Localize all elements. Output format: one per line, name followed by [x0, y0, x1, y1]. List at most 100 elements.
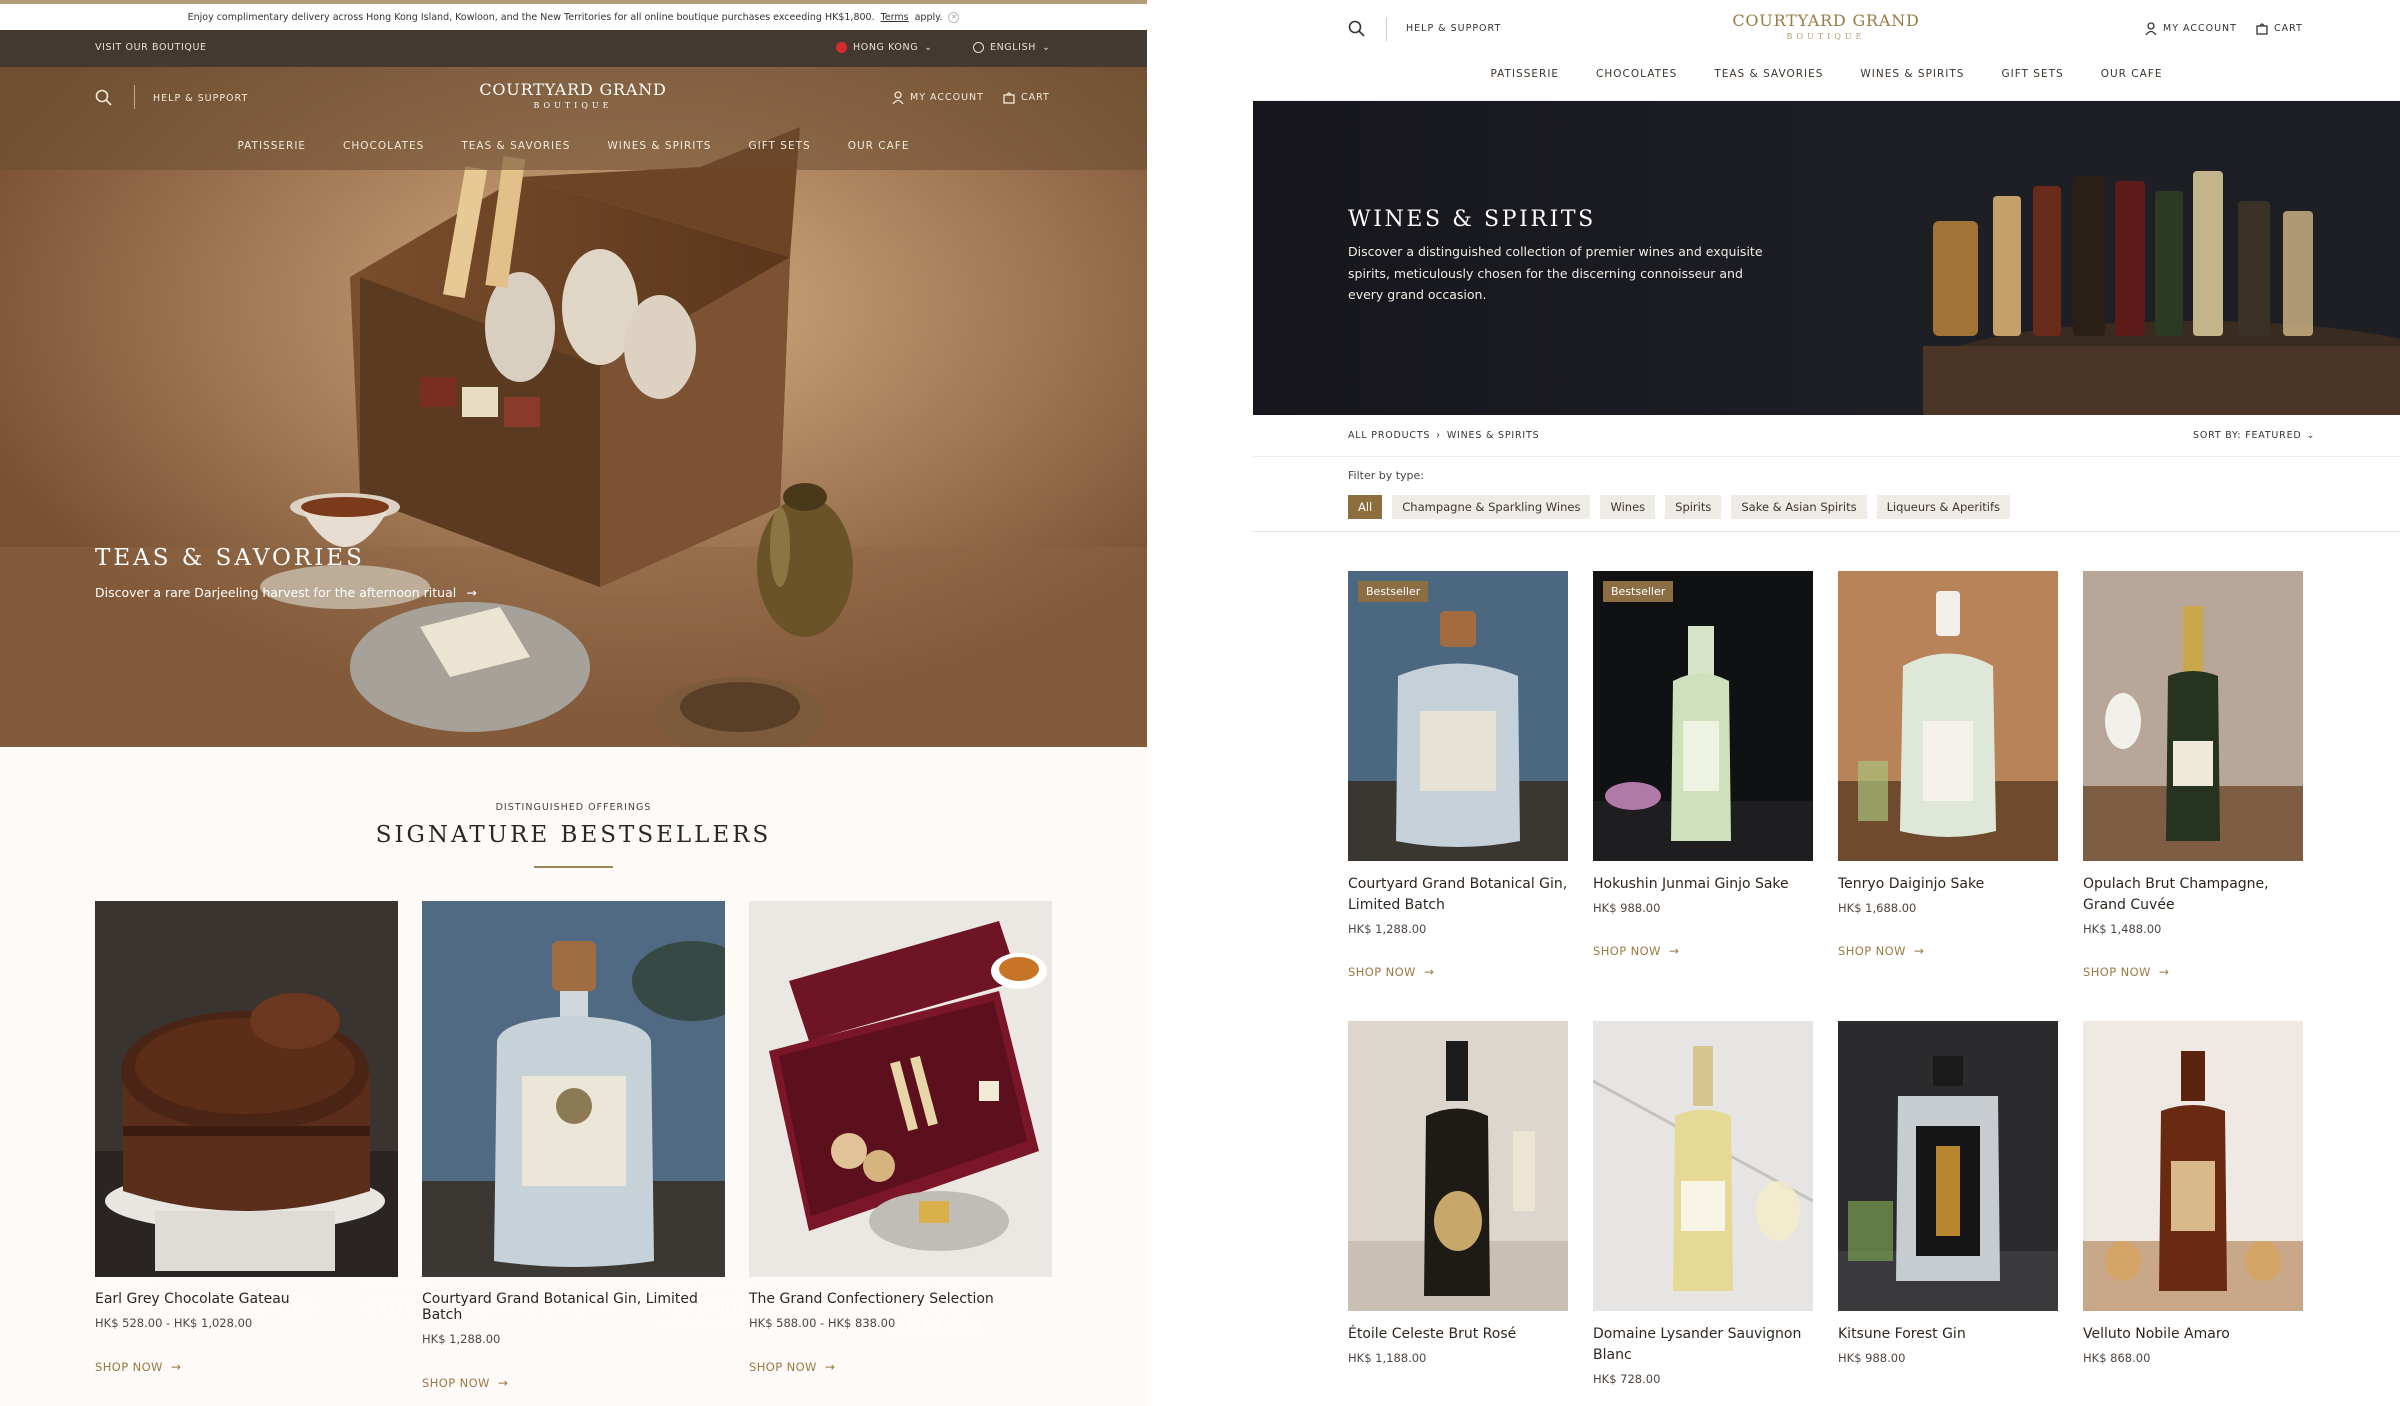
- product-name[interactable]: Courtyard Grand Botanical Gin, Limited B…: [422, 1291, 725, 1323]
- terms-link[interactable]: Terms: [881, 12, 909, 23]
- search-icon[interactable]: [95, 89, 112, 106]
- product-name[interactable]: Domaine Lysander Sauvignon Blanc: [1593, 1324, 1813, 1366]
- my-account-link[interactable]: MY ACCOUNT: [2145, 22, 2237, 35]
- nav-patisserie[interactable]: PATISSERIE: [238, 140, 307, 152]
- product-price: HK$ 528.00 - HK$ 1,028.00: [95, 1316, 253, 1330]
- section-eyebrow: DISTINGUISHED OFFERINGS: [495, 802, 652, 813]
- nav-gift-sets[interactable]: GIFT SETS: [2001, 68, 2063, 80]
- bestseller-badge: Bestseller: [1358, 581, 1429, 602]
- product-name[interactable]: Earl Grey Chocolate Gateau: [95, 1291, 398, 1307]
- product-card[interactable]: Étoile Celeste Brut Rosé HK$ 1,188.00: [1348, 1021, 1568, 1365]
- language-selector[interactable]: ENGLISH ⌄: [973, 42, 1051, 53]
- filter-chip-spirits[interactable]: Spirits: [1665, 495, 1722, 519]
- brand-logo[interactable]: COURTYARD GRAND BOUTIQUE: [473, 80, 673, 110]
- shop-now-link[interactable]: SHOP NOW →: [2083, 965, 2303, 979]
- brand-name: COURTYARD GRAND: [479, 80, 667, 99]
- brand-sub: BOUTIQUE: [1786, 32, 1866, 41]
- nav-teas-savories[interactable]: TEAS & SAVORIES: [1714, 68, 1823, 80]
- site-header: HELP & SUPPORT COURTYARD GRAND BOUTIQUE …: [1253, 0, 2400, 101]
- my-account-label: MY ACCOUNT: [2163, 23, 2237, 34]
- arrow-right-icon: →: [1423, 965, 1435, 979]
- nav-our-cafe[interactable]: OUR CAFE: [848, 140, 910, 152]
- hero-subtitle-link[interactable]: Discover a rare Darjeeling harvest for t…: [95, 585, 477, 600]
- shop-now-link[interactable]: SHOP NOW →: [422, 1376, 725, 1390]
- product-card[interactable]: Bestseller Hokushin Junmai Ginjo Sake HK…: [1593, 571, 1813, 958]
- product-name[interactable]: Hokushin Junmai Ginjo Sake: [1593, 874, 1813, 895]
- nav-patisserie[interactable]: PATISSERIE: [1491, 68, 1560, 80]
- product-name[interactable]: Étoile Celeste Brut Rosé: [1348, 1324, 1568, 1345]
- arrow-right-icon: →: [466, 585, 477, 600]
- breadcrumb: ALL PRODUCTS › WINES & SPIRITS SORT BY: …: [1253, 415, 2400, 457]
- product-name[interactable]: Opulach Brut Champagne, Grand Cuvée: [2083, 874, 2303, 916]
- bag-icon: [2256, 22, 2268, 35]
- product-price: HK$ 588.00 - HK$ 838.00: [749, 1316, 896, 1330]
- product-image[interactable]: [2083, 571, 2303, 861]
- product-name[interactable]: Courtyard Grand Botanical Gin, Limited B…: [1348, 874, 1568, 916]
- filter-chip-all[interactable]: All: [1348, 495, 1383, 519]
- sort-dropdown[interactable]: SORT BY: FEATURED ⌄: [2193, 430, 2315, 441]
- product-card[interactable]: Bestseller Courtyard Grand Botanical Gin…: [1348, 571, 1568, 979]
- product-price: HK$ 1,288.00: [1348, 922, 1427, 936]
- breadcrumb-root[interactable]: ALL PRODUCTS: [1348, 430, 1430, 441]
- cart-link[interactable]: CART: [2256, 22, 2303, 35]
- product-card[interactable]: Tenryo Daiginjo Sake HK$ 1,688.00 SHOP N…: [1838, 571, 2058, 958]
- category-description: Discover a distinguished collection of p…: [1348, 244, 1763, 302]
- close-icon[interactable]: ✕: [948, 11, 960, 23]
- search-icon[interactable]: [1348, 20, 1365, 37]
- shop-now-link[interactable]: SHOP NOW →: [1593, 944, 1813, 958]
- nav-chocolates[interactable]: CHOCOLATES: [1596, 68, 1677, 80]
- product-price: HK$ 868.00: [2083, 1351, 2151, 1365]
- promo-banner: Enjoy complimentary delivery across Hong…: [0, 0, 1147, 30]
- shop-now-link[interactable]: SHOP NOW →: [95, 1360, 398, 1374]
- product-card[interactable]: Opulach Brut Champagne, Grand Cuvée HK$ …: [2083, 571, 2303, 979]
- nav-teas-savories[interactable]: TEAS & SAVORIES: [461, 140, 570, 152]
- product-image-cake[interactable]: [95, 901, 398, 1277]
- visit-boutique-link[interactable]: VISIT OUR BOUTIQUE: [95, 42, 207, 53]
- bestseller-card[interactable]: Courtyard Grand Botanical Gin, Limited B…: [422, 901, 725, 1390]
- nav-chocolates[interactable]: CHOCOLATES: [343, 140, 424, 152]
- product-image[interactable]: [1348, 1021, 1568, 1311]
- chevron-down-icon: ⌄: [2306, 430, 2316, 441]
- product-image-confectionery[interactable]: [749, 901, 1052, 1277]
- hero-title: TEAS & SAVORIES: [95, 545, 365, 571]
- product-image[interactable]: [1593, 1021, 1813, 1311]
- shop-now-link[interactable]: SHOP NOW →: [1348, 965, 1568, 979]
- product-card[interactable]: Domaine Lysander Sauvignon Blanc HK$ 728…: [1593, 1021, 1813, 1386]
- help-support-link[interactable]: HELP & SUPPORT: [153, 93, 248, 104]
- product-image[interactable]: Bestseller: [1593, 571, 1813, 861]
- product-price: HK$ 988.00: [1838, 1351, 1906, 1365]
- brand-name: COURTYARD GRAND: [1732, 11, 1920, 30]
- product-image-gin[interactable]: [422, 901, 725, 1277]
- filter-chip-champagne[interactable]: Champagne & Sparkling Wines: [1392, 495, 1591, 519]
- nav-wines-spirits[interactable]: WINES & SPIRITS: [1860, 68, 1964, 80]
- nav-our-cafe[interactable]: OUR CAFE: [2101, 68, 2163, 80]
- filter-chip-wines[interactable]: Wines: [1600, 495, 1656, 519]
- help-support-link[interactable]: HELP & SUPPORT: [1406, 23, 1501, 34]
- my-account-link[interactable]: MY ACCOUNT: [892, 91, 984, 104]
- nav-wines-spirits[interactable]: WINES & SPIRITS: [607, 140, 711, 152]
- utility-bar: VISIT OUR BOUTIQUE HONG KONG ⌄ ENGLISH ⌄: [0, 30, 1147, 67]
- bag-icon: [1003, 91, 1015, 104]
- product-card[interactable]: Velluto Nobile Amaro HK$ 868.00: [2083, 1021, 2303, 1365]
- product-name[interactable]: The Grand Confectionery Selection: [749, 1291, 1052, 1307]
- arrow-right-icon: →: [170, 1360, 182, 1374]
- product-image[interactable]: [2083, 1021, 2303, 1311]
- product-image[interactable]: Bestseller: [1348, 571, 1568, 861]
- region-selector[interactable]: HONG KONG ⌄: [836, 42, 933, 53]
- filter-chip-liqueurs[interactable]: Liqueurs & Aperitifs: [1876, 495, 2011, 519]
- shop-now-link[interactable]: SHOP NOW →: [1838, 944, 2058, 958]
- product-image[interactable]: [1838, 571, 2058, 861]
- bestseller-card[interactable]: The Grand Confectionery Selection HK$ 58…: [749, 901, 1052, 1374]
- bestseller-card[interactable]: Earl Grey Chocolate Gateau HK$ 528.00 - …: [95, 901, 398, 1374]
- product-name[interactable]: Velluto Nobile Amaro: [2083, 1324, 2303, 1345]
- product-name[interactable]: Tenryo Daiginjo Sake: [1838, 874, 2058, 895]
- product-name[interactable]: Kitsune Forest Gin: [1838, 1324, 2058, 1345]
- product-card[interactable]: Kitsune Forest Gin HK$ 988.00: [1838, 1021, 2058, 1365]
- brand-logo[interactable]: COURTYARD GRAND BOUTIQUE: [1726, 11, 1926, 41]
- section-divider: [534, 866, 613, 868]
- cart-link[interactable]: CART: [1003, 91, 1050, 104]
- product-image[interactable]: [1838, 1021, 2058, 1311]
- shop-now-link[interactable]: SHOP NOW →: [749, 1360, 1052, 1374]
- nav-gift-sets[interactable]: GIFT SETS: [748, 140, 810, 152]
- filter-chip-sake[interactable]: Sake & Asian Spirits: [1731, 495, 1867, 519]
